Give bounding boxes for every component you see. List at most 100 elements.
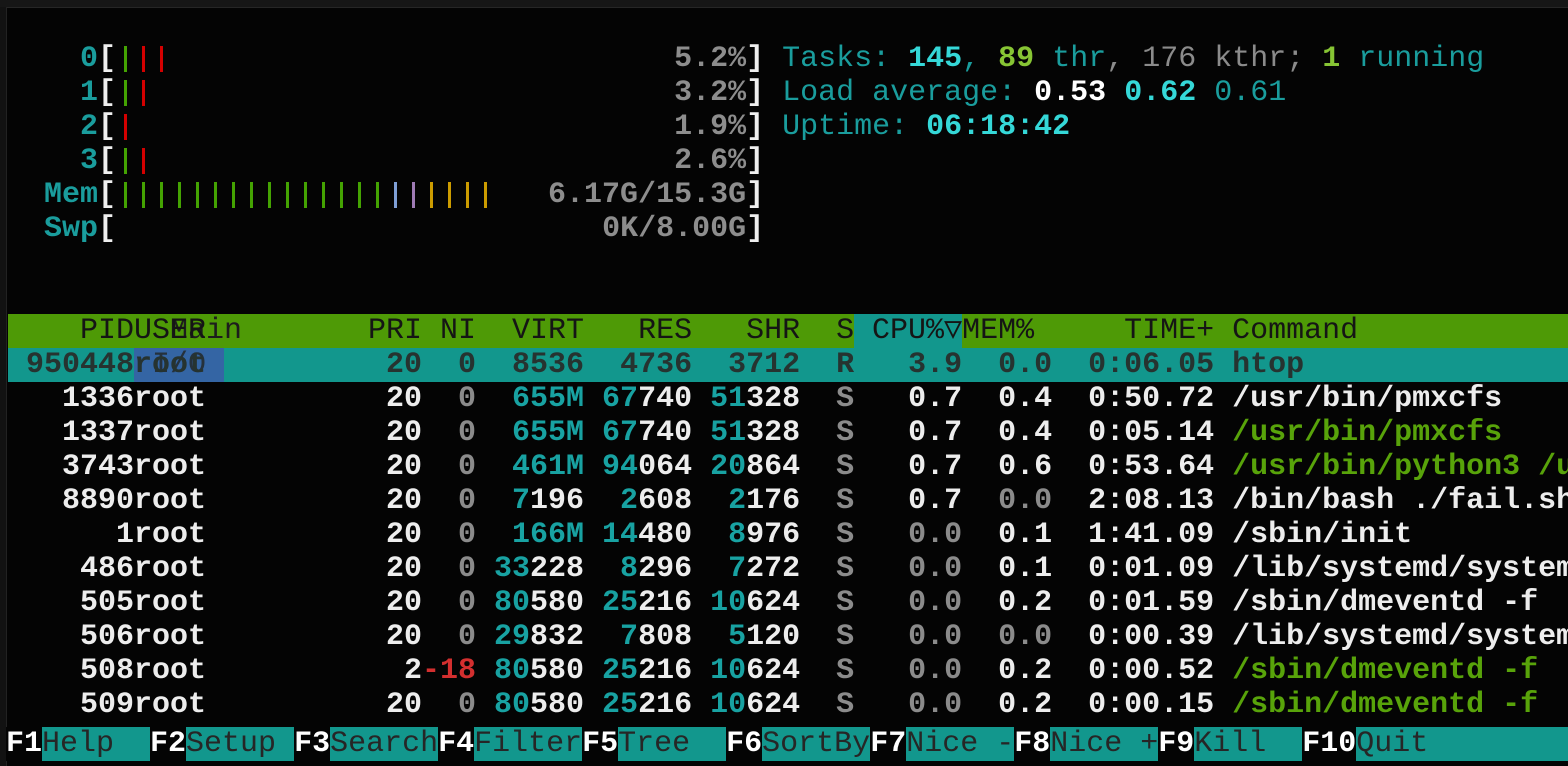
text-segment: 0.62: [1124, 76, 1196, 110]
text-segment: 166M: [512, 518, 584, 552]
column-header-command[interactable]: Command: [1214, 314, 1568, 348]
fkey-label-F2[interactable]: Setup: [186, 727, 294, 761]
column-header-user[interactable]: USER: [134, 314, 314, 348]
fkey-label-F4[interactable]: Filter: [474, 727, 582, 761]
text-segment: 2: [404, 654, 422, 688]
meter-value: 5.2%: [674, 42, 746, 76]
fkey-label-F10[interactable]: Quit: [1356, 727, 1568, 761]
column-header-shr[interactable]: SHR: [692, 314, 800, 348]
meter-bar-cell: [278, 182, 296, 208]
fkey-F7[interactable]: F7: [870, 727, 906, 761]
cell-pri: 20: [314, 688, 422, 722]
fkey-label-F3[interactable]: Search: [330, 727, 438, 761]
cell-mem: 0.6: [962, 450, 1052, 484]
text-segment: 0: [458, 416, 476, 450]
column-header-s[interactable]: S: [800, 314, 854, 348]
fkey-label-F7[interactable]: Nice -: [906, 727, 1014, 761]
text-segment: 328: [746, 382, 800, 416]
process-row[interactable]: 950448root200853647363712R3.90.00:06.05h…: [8, 348, 1568, 382]
text-segment: /sbin/dmeventd -f: [1232, 586, 1538, 620]
meter-bar-cell: [296, 182, 314, 208]
process-row[interactable]: 506root2002983278085120S0.00.00:00.39/li…: [8, 620, 1568, 654]
meter-close-bracket: ]: [746, 110, 764, 144]
uptime-line: Uptime: 06:18:42: [782, 110, 1568, 144]
meter-open-bracket: [: [98, 178, 116, 212]
process-row[interactable]: 509root200805802521610624S0.00.20:00.15/…: [8, 688, 1568, 722]
process-row[interactable]: 1root200166M144808976S0.00.11:41.09/sbin…: [8, 518, 1568, 552]
cell-cpu: 0.7: [854, 484, 962, 518]
fkey-F4[interactable]: F4: [438, 727, 474, 761]
fkey-F9[interactable]: F9: [1158, 727, 1194, 761]
process-row[interactable]: 505root200805802521610624S0.00.20:01.59/…: [8, 586, 1568, 620]
column-header-cpu[interactable]: CPU%▽: [854, 314, 962, 348]
fkey-label-F9[interactable]: Kill: [1194, 727, 1302, 761]
fkey-F8[interactable]: F8: [1014, 727, 1050, 761]
text-segment: 14: [602, 518, 638, 552]
text-segment: 0.2: [998, 688, 1052, 722]
cell-shr: 20864: [692, 450, 800, 484]
cell-res: 94064: [584, 450, 692, 484]
process-row[interactable]: 3743root200461M9406420864S0.70.60:53.64/…: [8, 450, 1568, 484]
cell-res: 25216: [584, 688, 692, 722]
text-segment: 51: [710, 416, 746, 450]
meter-bar-cell: [116, 80, 134, 106]
cell-s: S: [800, 518, 854, 552]
text-segment: S: [836, 518, 854, 552]
stats-panel: Tasks: 145, 89 thr, 176 kthr; 1 running …: [764, 42, 1568, 246]
fkey-F1[interactable]: F1: [6, 727, 42, 761]
cell-res: 14480: [584, 518, 692, 552]
process-row[interactable]: 8890root200719626082176S0.70.02:08.13/bi…: [8, 484, 1568, 518]
text-segment: R: [836, 348, 854, 382]
fkey-F2[interactable]: F2: [150, 727, 186, 761]
fkey-F6[interactable]: F6: [726, 727, 762, 761]
meter-bar: [286, 182, 289, 208]
meter-value: 3.2%: [674, 76, 746, 110]
cell-user: root: [134, 450, 314, 484]
cell-pri: 2: [314, 654, 422, 688]
meter-open-bracket: [: [98, 42, 116, 76]
text-segment: 0: [458, 484, 476, 518]
text-segment: 20: [386, 552, 422, 586]
text-segment: 0: [458, 620, 476, 654]
fkey-label-F8[interactable]: Nice +: [1050, 727, 1158, 761]
fkey-label-F1[interactable]: Help: [42, 727, 150, 761]
meter-label: Mem: [8, 178, 98, 212]
cell-cpu: 0.0: [854, 654, 962, 688]
cell-user: root: [134, 348, 314, 382]
text-segment: root: [134, 382, 206, 416]
text-segment: 176: [1142, 42, 1196, 76]
column-header-virt[interactable]: VIRT: [476, 314, 584, 348]
meter-bar: [484, 182, 487, 208]
fkey-F10[interactable]: F10: [1302, 727, 1356, 761]
column-header-res[interactable]: RES: [584, 314, 692, 348]
fkey-F3[interactable]: F3: [294, 727, 330, 761]
text-segment: S: [836, 586, 854, 620]
fkey-F5[interactable]: F5: [582, 727, 618, 761]
fkey-label-F6[interactable]: SortBy: [762, 727, 870, 761]
cell-mem: 0.2: [962, 688, 1052, 722]
text-segment: 0.1: [998, 552, 1052, 586]
meter-bar: [412, 182, 415, 208]
column-header-pid[interactable]: PID: [8, 314, 134, 348]
cell-ni: 0: [422, 382, 476, 416]
cell-user: root: [134, 416, 314, 450]
process-row[interactable]: 1337root200655M6774051328S0.70.40:05.14/…: [8, 416, 1568, 450]
text-segment: 0:05.14: [1088, 416, 1214, 450]
meter-bar: [124, 182, 127, 208]
process-row[interactable]: 1336root200655M6774051328S0.70.40:50.72/…: [8, 382, 1568, 416]
column-header-time[interactable]: TIME+: [1052, 314, 1214, 348]
text-segment: 480: [638, 518, 692, 552]
meter-1: 1[3.2%]: [8, 76, 764, 110]
text-segment: 120: [746, 620, 800, 654]
column-header-ni[interactable]: NI: [422, 314, 476, 348]
column-header-pri[interactable]: PRI: [314, 314, 422, 348]
column-header-mem[interactable]: MEM%: [962, 314, 1052, 348]
text-segment: 0.0: [998, 348, 1052, 382]
process-row[interactable]: 486root2003322882967272S0.00.10:01.09/li…: [8, 552, 1568, 586]
text-segment: 508: [80, 654, 134, 688]
process-row[interactable]: 508root2-18805802521610624S0.00.20:00.52…: [8, 654, 1568, 688]
window-left-border: [0, 7, 7, 766]
terminal-content: 0[5.2%]1[3.2%]2[1.9%]3[2.6%]Mem[6.17G/15…: [8, 8, 1568, 722]
cell-command: /usr/bin/python3 /u: [1214, 450, 1568, 484]
fkey-label-F5[interactable]: Tree: [618, 727, 726, 761]
